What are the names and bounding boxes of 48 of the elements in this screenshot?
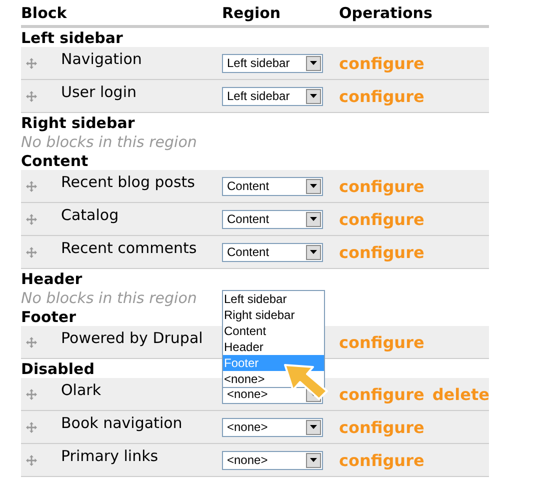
- column-header: Block: [21, 4, 68, 22]
- region-heading: Header: [21, 270, 82, 288]
- caret-icon: [310, 61, 317, 65]
- drag-handle-icon[interactable]: [26, 90, 37, 102]
- dropdown-option[interactable]: Left sidebar: [223, 291, 324, 307]
- drag-handle-icon[interactable]: [26, 214, 37, 224]
- drag-handle-icon[interactable]: [26, 454, 37, 466]
- region-select[interactable]: Left sidebar: [222, 86, 323, 106]
- region-select[interactable]: Left sidebar: [222, 54, 323, 72]
- dropdown-option[interactable]: Header: [223, 339, 324, 355]
- block-name: Recent blog posts: [61, 172, 196, 191]
- block-name: Catalog: [61, 205, 120, 224]
- region-select[interactable]: Content: [222, 242, 323, 262]
- dropdown-option[interactable]: Right sidebar: [223, 307, 324, 323]
- dropdown-option[interactable]: Content: [223, 323, 324, 339]
- drag-handle-icon[interactable]: [26, 422, 37, 432]
- region-heading: Footer: [21, 308, 76, 326]
- region-select[interactable]: Content: [222, 176, 323, 196]
- caret-icon: [310, 217, 317, 221]
- caret-icon: [310, 94, 317, 98]
- caret-icon: [310, 458, 317, 462]
- drag-handle-icon[interactable]: [26, 336, 37, 348]
- drag-handle-icon[interactable]: [26, 180, 37, 192]
- block-name: Book navigation: [61, 413, 184, 432]
- caret-icon: [310, 250, 317, 254]
- empty-region-message: No blocks in this region: [21, 288, 197, 306]
- drag-handle-icon[interactable]: [26, 388, 37, 400]
- block-name: Primary links: [61, 446, 160, 465]
- caret-icon: [310, 425, 317, 429]
- block-name: User login: [61, 82, 138, 101]
- dropdown-option[interactable]: <none>: [223, 371, 324, 387]
- region-heading: Disabled: [21, 360, 94, 378]
- drag-handle-icon[interactable]: [26, 246, 37, 258]
- block-name: Recent comments: [61, 238, 198, 257]
- column-header: Operations: [339, 4, 434, 22]
- block-name: Navigation: [61, 49, 143, 68]
- empty-region-message: No blocks in this region: [21, 132, 197, 150]
- region-heading: Left sidebar: [21, 28, 123, 46]
- region-heading: Content: [21, 152, 88, 170]
- region-select[interactable]: <none>: [222, 418, 323, 436]
- drag-handle-icon[interactable]: [26, 58, 37, 68]
- block-name: Olark: [61, 380, 102, 399]
- caret-icon: [310, 184, 317, 188]
- region-select[interactable]: <none>: [222, 450, 323, 470]
- region-heading: Right sidebar: [21, 114, 135, 132]
- block-name: Powered by Drupal: [61, 328, 204, 347]
- region-select[interactable]: Content: [222, 210, 323, 228]
- column-header: Region: [222, 4, 282, 22]
